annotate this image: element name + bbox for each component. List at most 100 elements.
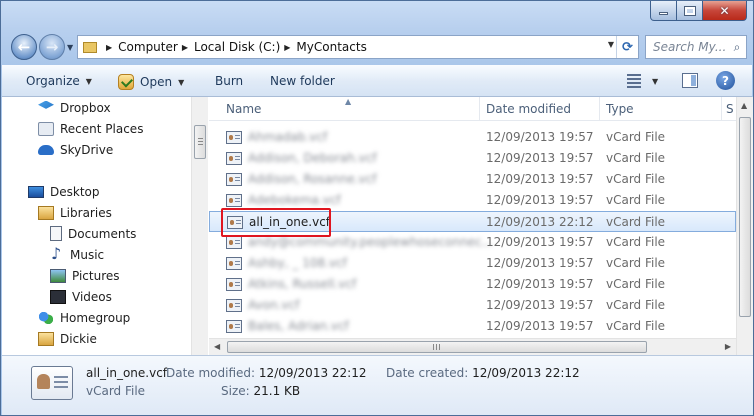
- column-divider[interactable]: [721, 97, 722, 121]
- recent-places-icon: [38, 121, 54, 136]
- navigation-pane-scrollbar[interactable]: [191, 97, 208, 355]
- file-date: 12/09/2013 19:57: [486, 172, 594, 186]
- nav-item-dickie[interactable]: Dickie: [38, 329, 97, 348]
- chevron-right-icon[interactable]: ▶: [106, 43, 112, 52]
- horizontal-scrollbar[interactable]: ◀ ▶: [209, 338, 736, 355]
- back-arrow-icon: ←: [17, 38, 31, 56]
- date-modified-label: Date modified:: [166, 366, 256, 380]
- file-type: vCard File: [606, 172, 666, 186]
- nav-item-label: Recent Places: [60, 121, 144, 136]
- file-row[interactable]: Bales, Adrian.vcf 12/09/2013 19:57 vCard…: [209, 316, 736, 337]
- address-history-dropdown-icon[interactable]: ▼: [608, 40, 614, 49]
- sort-ascending-icon: ▲: [345, 97, 352, 106]
- file-name-cell: Ahmadab.vcf: [226, 130, 327, 144]
- date-created-value: 12/09/2013 22:12: [472, 366, 580, 380]
- size-value: 21.1 KB: [253, 384, 301, 398]
- column-header: ▲ Name Date modified Type S: [209, 97, 736, 121]
- refresh-button[interactable]: ⟳: [616, 36, 638, 58]
- open-button[interactable]: Open ▼: [118, 74, 184, 90]
- column-type[interactable]: Type: [606, 102, 634, 116]
- vcard-file-large-icon: [31, 366, 73, 400]
- file-date: 12/09/2013 19:57: [486, 193, 594, 207]
- vcard-file-icon: [226, 172, 242, 186]
- chevron-right-icon[interactable]: ▶: [284, 43, 290, 52]
- search-placeholder[interactable]: Search My...: [653, 40, 728, 54]
- vertical-scrollbar[interactable]: ▲: [736, 97, 753, 355]
- scroll-left-icon[interactable]: ◀: [214, 342, 220, 351]
- chevron-down-icon: ▼: [85, 76, 92, 86]
- scrollbar-thumb[interactable]: [739, 117, 751, 317]
- nav-item-label: SkyDrive: [60, 142, 114, 157]
- file-list: ▲ Name Date modified Type S Ahmadab.vcf …: [209, 97, 753, 355]
- nav-item-desktop[interactable]: Desktop: [28, 182, 100, 201]
- column-divider[interactable]: [479, 97, 480, 121]
- scroll-up-icon[interactable]: ▲: [741, 101, 747, 110]
- file-type: vCard File: [606, 193, 666, 207]
- maximize-button[interactable]: [677, 1, 703, 21]
- column-divider[interactable]: [599, 97, 600, 121]
- breadcrumb-local-disk[interactable]: ▶ Local Disk (C:): [178, 40, 280, 54]
- homegroup-icon: [38, 310, 54, 325]
- burn-button[interactable]: Burn: [215, 74, 243, 88]
- file-date: 12/09/2013 19:57: [486, 298, 594, 312]
- open-label: Open: [140, 75, 173, 89]
- caption-buttons: ✕: [650, 1, 747, 21]
- close-button[interactable]: ✕: [703, 1, 747, 21]
- details-filename: all_in_one.vcf: [86, 366, 167, 380]
- address-bar[interactable]: ▶ Computer ▶ Local Disk (C:) ▶ MyContact…: [77, 35, 639, 59]
- file-row[interactable]: Addison, Deborah.vcf 12/09/2013 19:57 vC…: [209, 148, 736, 169]
- pictures-icon: [50, 268, 66, 283]
- chevron-right-icon[interactable]: ▶: [182, 43, 188, 52]
- minimize-button[interactable]: [650, 1, 677, 21]
- search-icon[interactable]: ⌕: [728, 40, 746, 55]
- nav-item-pictures[interactable]: Pictures: [50, 266, 120, 285]
- help-label: ?: [722, 73, 729, 88]
- change-view-icon[interactable]: [627, 74, 641, 88]
- column-size[interactable]: S: [726, 102, 734, 116]
- nav-item-music[interactable]: Music: [50, 244, 104, 264]
- help-icon[interactable]: ?: [716, 71, 735, 90]
- forward-button[interactable]: →: [39, 34, 65, 60]
- file-row[interactable]: Atkins, Russell.vcf 12/09/2013 19:57 vCa…: [209, 274, 736, 295]
- scrollbar-thumb[interactable]: [194, 125, 206, 159]
- desktop-icon: [28, 185, 44, 198]
- back-button[interactable]: ←: [11, 34, 37, 60]
- file-name: Ahmadab.vcf: [248, 130, 328, 144]
- command-bar: Organize ▼ Open ▼ Burn New folder ▼ ?: [2, 65, 752, 97]
- dropbox-icon: [38, 100, 54, 109]
- file-row[interactable]: Ashby, _ 108.vcf 12/09/2013 19:57 vCard …: [209, 253, 736, 274]
- nav-item-videos[interactable]: Videos: [50, 287, 112, 306]
- file-row[interactable]: Addison, Rosanne.vcf 12/09/2013 19:57 vC…: [209, 169, 736, 190]
- breadcrumb-computer[interactable]: ▶ Computer: [102, 40, 178, 54]
- file-name-cell: Addison, Deborah.vcf: [226, 151, 377, 165]
- filename-value: all_in_one.vcf: [86, 366, 168, 380]
- scroll-right-icon[interactable]: ▶: [725, 342, 731, 351]
- recent-pages-dropdown[interactable]: ▼: [67, 43, 73, 52]
- organize-button[interactable]: Organize ▼: [26, 74, 92, 88]
- new-folder-button[interactable]: New folder: [270, 74, 335, 88]
- main-area: Dropbox Recent Places SkyDrive Desktop L…: [2, 97, 753, 355]
- file-row[interactable]: Avon.vcf 12/09/2013 19:57 vCard File: [209, 295, 736, 316]
- documents-icon: [50, 226, 62, 241]
- breadcrumb-label: Local Disk (C:): [193, 40, 281, 54]
- breadcrumb-mycontacts[interactable]: ▶ MyContacts: [280, 40, 367, 54]
- nav-item-documents[interactable]: Documents: [50, 224, 136, 243]
- file-type: vCard File: [606, 319, 666, 333]
- scrollbar-thumb[interactable]: [227, 341, 647, 353]
- search-box[interactable]: Search My... ⌕: [645, 35, 747, 59]
- skydrive-icon: [38, 144, 54, 155]
- nav-item-skydrive[interactable]: SkyDrive: [38, 140, 113, 159]
- nav-item-homegroup[interactable]: Homegroup: [38, 308, 130, 327]
- nav-item-label: Dickie: [60, 331, 97, 346]
- preview-pane-icon[interactable]: [682, 73, 698, 88]
- column-date-modified[interactable]: Date modified: [486, 102, 571, 116]
- size-label: Size:: [221, 384, 250, 398]
- view-options-dropdown-icon[interactable]: ▼: [652, 77, 658, 86]
- column-name[interactable]: Name: [226, 102, 261, 116]
- organize-label: Organize: [26, 74, 80, 88]
- nav-item-label: Documents: [68, 226, 137, 241]
- nav-item-recent-places[interactable]: Recent Places: [38, 119, 143, 138]
- nav-item-dropbox[interactable]: Dropbox: [38, 98, 111, 117]
- nav-item-libraries[interactable]: Libraries: [38, 203, 112, 222]
- file-row[interactable]: Ahmadab.vcf 12/09/2013 19:57 vCard File: [209, 127, 736, 148]
